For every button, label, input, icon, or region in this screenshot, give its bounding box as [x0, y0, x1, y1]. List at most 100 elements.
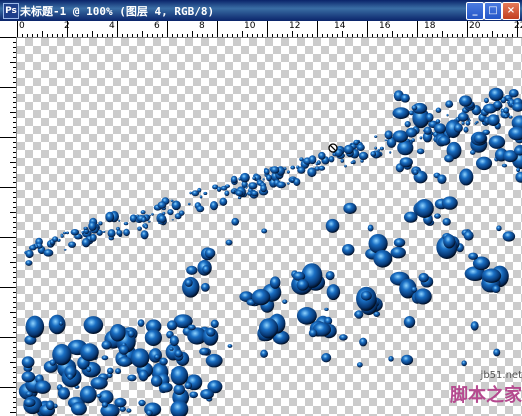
- droplet: [144, 329, 162, 347]
- droplet: [235, 190, 244, 197]
- droplet: [465, 120, 471, 126]
- droplet: [189, 391, 198, 399]
- droplet: [463, 230, 474, 241]
- droplet: [392, 107, 410, 119]
- droplet: [342, 243, 355, 256]
- droplet: [433, 123, 446, 134]
- droplet: [457, 112, 469, 122]
- droplet: [393, 238, 406, 248]
- droplet: [144, 224, 148, 229]
- droplet: [141, 216, 147, 223]
- droplet: [321, 353, 332, 363]
- droplet: [459, 95, 473, 107]
- droplet: [240, 172, 250, 183]
- droplet: [187, 202, 191, 206]
- droplet: [89, 233, 97, 242]
- droplet: [258, 318, 279, 339]
- droplet: [206, 328, 216, 337]
- droplet: [290, 165, 296, 170]
- droplet: [210, 319, 219, 329]
- watermark-text: 脚本之家: [450, 385, 522, 406]
- droplet: [225, 239, 233, 246]
- droplet: [328, 155, 335, 163]
- horizontal-ruler[interactable]: 0 2 4 6 8 10 12 14 16 18 20 22: [0, 21, 522, 38]
- droplet: [150, 375, 163, 387]
- ruler-label: 8: [199, 21, 205, 31]
- droplet: [325, 218, 340, 233]
- droplet: [106, 367, 114, 375]
- canvas[interactable]: [17, 38, 522, 416]
- ruler-label: 10: [244, 21, 256, 31]
- droplet: [493, 348, 501, 357]
- droplet: [83, 226, 88, 231]
- minimize-button[interactable]: _: [466, 2, 484, 20]
- droplet: [96, 393, 102, 398]
- no-drop-cursor-icon: [328, 143, 338, 153]
- droplet: [60, 234, 64, 238]
- droplet: [444, 154, 454, 163]
- droplet: [189, 191, 192, 195]
- droplet: [282, 299, 288, 304]
- droplet: [443, 234, 456, 249]
- droplet: [414, 288, 432, 305]
- droplet: [252, 176, 257, 180]
- droplet: [496, 225, 502, 232]
- ruler-label: 18: [424, 21, 436, 31]
- close-button[interactable]: ×: [502, 2, 520, 20]
- droplet: [23, 398, 36, 407]
- droplet: [202, 265, 211, 274]
- droplet: [296, 307, 317, 325]
- ruler-label: 14: [334, 21, 346, 31]
- droplet: [370, 151, 377, 157]
- droplet: [263, 168, 270, 175]
- droplet: [101, 355, 109, 361]
- droplet: [200, 389, 214, 400]
- droplet: [117, 356, 132, 367]
- droplet: [516, 167, 521, 173]
- droplet: [442, 217, 451, 226]
- vertical-ruler[interactable]: [0, 37, 17, 416]
- droplet: [423, 126, 432, 135]
- maximize-button[interactable]: □: [484, 2, 502, 20]
- droplet: [231, 189, 236, 193]
- droplet: [388, 355, 394, 362]
- document-icon: Ps: [3, 3, 19, 19]
- droplet: [166, 320, 178, 331]
- droplet: [403, 315, 416, 329]
- droplet: [146, 409, 153, 416]
- droplet: [167, 209, 174, 216]
- droplet: [25, 391, 33, 397]
- droplet: [360, 290, 372, 301]
- droplet: [287, 182, 290, 185]
- droplet: [205, 353, 223, 368]
- droplet: [186, 265, 198, 275]
- droplet: [501, 163, 508, 168]
- droplet: [419, 136, 423, 140]
- droplet: [308, 328, 318, 338]
- droplet: [437, 174, 447, 185]
- droplet: [71, 401, 87, 416]
- droplet: [475, 120, 479, 124]
- droplet: [318, 151, 326, 160]
- droplet: [62, 231, 67, 235]
- droplet: [468, 252, 479, 260]
- droplet: [399, 157, 413, 168]
- watermark: jb51.net 脚本之家: [445, 370, 522, 416]
- droplet: [441, 196, 458, 210]
- droplet: [502, 231, 516, 242]
- droplet: [238, 177, 242, 181]
- droplet: [105, 211, 115, 223]
- droplet: [493, 100, 503, 109]
- droplet: [266, 174, 272, 182]
- droplet: [470, 321, 479, 331]
- ruler-label: 20: [469, 21, 481, 31]
- droplet: [390, 246, 406, 259]
- droplet: [481, 268, 502, 283]
- droplet: [461, 360, 467, 367]
- droplet: [162, 211, 166, 216]
- droplet: [171, 219, 174, 221]
- droplet: [344, 164, 347, 168]
- droplet: [159, 357, 168, 366]
- droplet: [63, 248, 67, 251]
- droplet: [435, 107, 442, 113]
